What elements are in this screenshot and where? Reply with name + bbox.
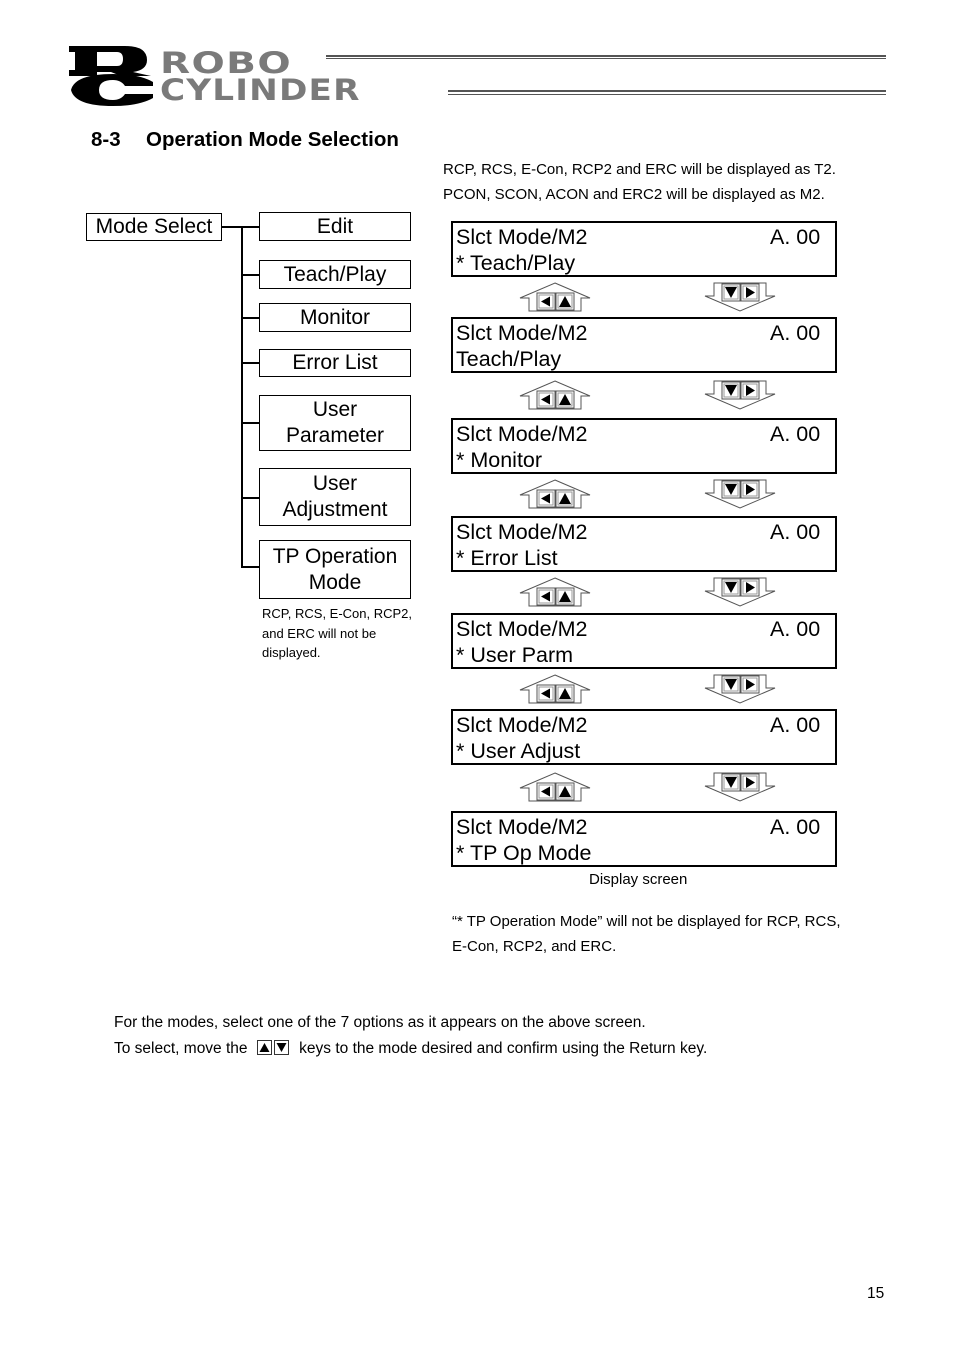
down-right-keys-arrow-icon [704,772,776,802]
lcd-title: Slct Mode/M2 [456,815,588,839]
lcd-mode: * Teach/Play [456,251,576,275]
tree-connector [241,497,260,499]
lcd-address: A. 00 [770,617,821,641]
instruction-line-2: To select, move the keys to the mode des… [114,1040,707,1058]
tree-connector [241,274,260,276]
tree-item-label: User [312,472,358,495]
note-line: E-Con, RCP2, and ERC. [452,938,617,955]
lcd-address: A. 00 [770,321,821,345]
tree-item-label: TP Operation [272,544,398,568]
down-right-keys-arrow-icon [704,479,776,509]
lcd-mode: * TP Op Mode [456,841,592,865]
tree-item-teach-play: Teach/Play [259,260,411,289]
down-right-keys-arrow-icon [704,380,776,410]
lcd-mode: * Monitor [456,448,543,472]
lcd-title: Slct Mode/M2 [456,225,588,249]
lcd-address: A. 00 [770,225,821,249]
lcd-title: Slct Mode/M2 [456,422,588,446]
tree-item-label: Monitor [299,305,371,329]
tree-item-label: Mode [308,570,362,594]
page-number: 15 [867,1285,885,1302]
tree-root-label: Mode Select [95,215,213,238]
down-right-keys-arrow-icon [704,674,776,704]
note-line: RCP, RCS, E-Con, RCP2 and ERC will be di… [443,161,836,178]
down-key-icon [273,1040,289,1055]
rc-logo-mark-icon [67,44,157,106]
note-line: and ERC will not be [262,625,377,641]
lcd-mode: Teach/Play [456,347,562,371]
tree-item-user-adjustment: User Adjustment [259,468,411,526]
left-up-keys-arrow-icon [519,380,591,410]
lcd-address: A. 00 [770,815,821,839]
tree-item-label: Edit [316,214,354,238]
note-line: “* TP Operation Mode” will not be displa… [452,913,841,930]
tree-item-label: Parameter [285,424,385,447]
lcd-screen: Slct Mode/M2 A. 00 * Teach/Play [451,221,837,277]
tp-mode-note: “* TP Operation Mode” will not be displa… [452,909,841,959]
lcd-mode: * User Parm [456,643,574,667]
tree-connector [241,422,260,424]
lcd-address: A. 00 [770,713,821,737]
lcd-screen: Slct Mode/M2 A. 00 * User Parm [451,613,837,669]
lcd-mode: * Error List [456,546,558,570]
down-right-keys-arrow-icon [704,577,776,607]
note-line: displayed. [262,645,321,660]
instruction-text: keys to the mode desired and confirm usi… [299,1040,708,1057]
lcd-title: Slct Mode/M2 [456,321,588,345]
section-heading: 8-3 Operation Mode Selection [91,128,399,152]
tree-item-edit: Edit [259,212,411,241]
tree-item-user-parameter: User Parameter [259,395,411,451]
lcd-mode: * User Adjust [456,739,581,763]
tree-connector [241,317,260,319]
tree-item-label: Adjustment [282,498,388,521]
logo-text-cylinder: CYLINDER [160,73,361,107]
left-up-keys-arrow-icon [519,772,591,802]
tree-connector [241,566,260,568]
lcd-screen: Slct Mode/M2 A. 00 * Monitor [451,418,837,474]
controller-display-note: RCP, RCS, E-Con, RCP2 and ERC will be di… [443,157,836,207]
tree-item-error-list: Error List [259,349,411,377]
instruction-text: To select, move the [114,1040,248,1057]
lcd-title: Slct Mode/M2 [456,617,588,641]
tree-connector [241,362,260,364]
tree-item-label: Error List [292,351,378,374]
down-right-keys-arrow-icon [704,282,776,312]
header-rule-top [326,55,886,59]
tree-footnote: RCP, RCS, E-Con, RCP2, and ERC will not … [262,604,412,663]
lcd-screen: Slct Mode/M2 A. 00 * Error List [451,516,837,572]
lcd-screen: Slct Mode/M2 A. 00 * TP Op Mode [451,811,837,867]
tree-root-mode-select: Mode Select [86,213,222,241]
tree-item-label: Teach/Play [283,262,387,286]
lcd-screen: Slct Mode/M2 A. 00 * User Adjust [451,709,837,765]
display-caption: Display screen [589,871,688,888]
instruction-line-1: For the modes, select one of the 7 optio… [114,1014,646,1031]
up-key-icon [256,1040,272,1055]
lcd-address: A. 00 [770,520,821,544]
left-up-keys-arrow-icon [519,577,591,607]
section-number: 8-3 [91,128,121,151]
lcd-title: Slct Mode/M2 [456,520,588,544]
header-rule-bottom [448,90,886,95]
lcd-title: Slct Mode/M2 [456,713,588,737]
left-up-keys-arrow-icon [519,479,591,509]
note-line: RCP, RCS, E-Con, RCP2, [262,606,413,621]
tree-trunk [241,226,243,567]
section-title: Operation Mode Selection [146,128,399,151]
note-line: PCON, SCON, ACON and ERC2 will be displa… [443,186,825,203]
left-up-keys-arrow-icon [519,282,591,312]
tree-item-label: User [312,398,358,421]
tree-item-monitor: Monitor [259,303,411,332]
lcd-screen: Slct Mode/M2 A. 00 Teach/Play [451,317,837,373]
left-up-keys-arrow-icon [519,674,591,704]
lcd-address: A. 00 [770,422,821,446]
tree-item-tp-operation-mode: TP Operation Mode [259,540,411,599]
